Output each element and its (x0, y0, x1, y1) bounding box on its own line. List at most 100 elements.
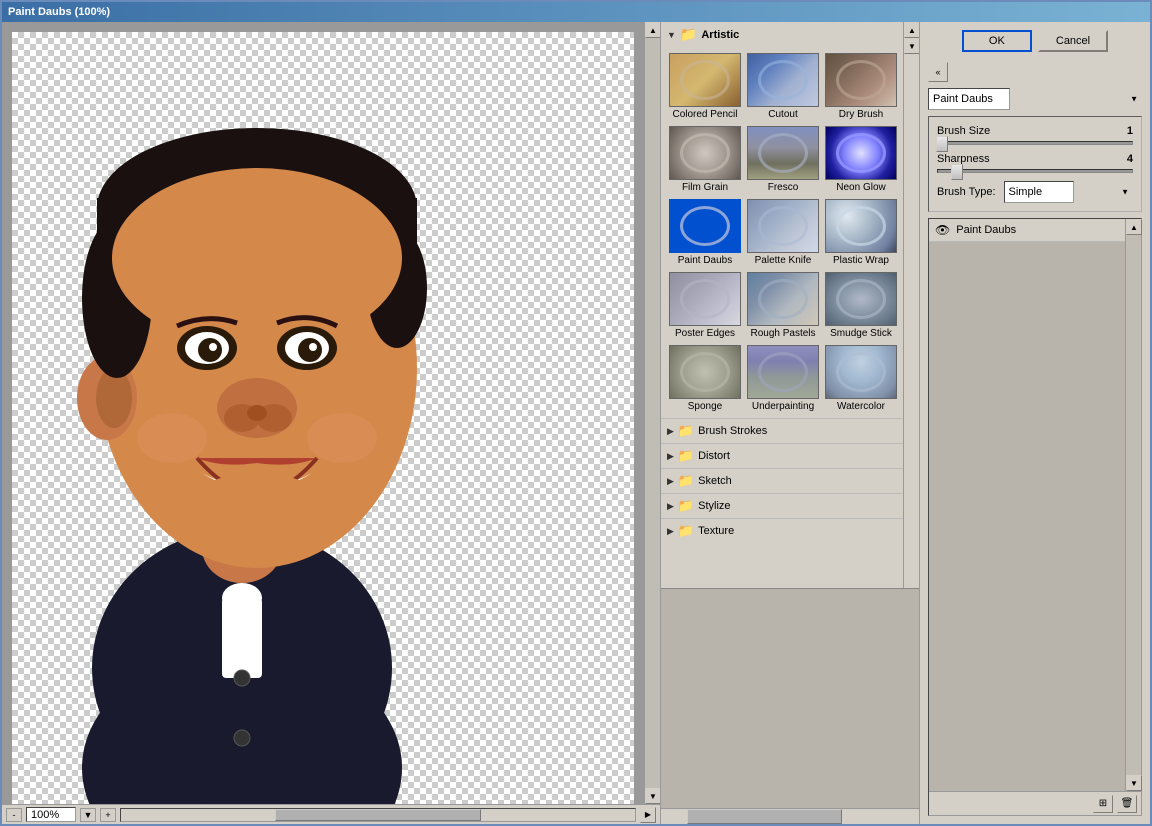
filter-item-fresco[interactable]: Fresco (745, 124, 821, 195)
collapse-panel-btn[interactable]: « (928, 62, 948, 82)
filter-label-underpainting: Underpainting (752, 401, 814, 412)
layer-vscrollbar[interactable]: ▲ ▼ (1125, 219, 1141, 791)
brush-size-slider-track[interactable] (937, 141, 1133, 145)
filter-thumb-cutout (747, 53, 819, 107)
filter-thumb-underpainting (747, 345, 819, 399)
artistic-arrow-icon: ▼ (667, 30, 676, 40)
zoom-value[interactable]: 100% (26, 807, 76, 822)
category-distort-label: Distort (698, 450, 730, 462)
layer-new-btn[interactable]: ⊞ (1093, 795, 1113, 813)
filter-thumb-paint-daubs (669, 199, 741, 253)
category-stylize-label: Stylize (698, 500, 730, 512)
params-section: Brush Size 1 Sharpness 4 (928, 116, 1142, 212)
filter-hscroll-thumb[interactable] (687, 809, 842, 824)
filter-thumb-neon-glow (825, 126, 897, 180)
filter-hscrollbar[interactable] (661, 808, 919, 824)
canvas-container (12, 32, 634, 804)
layer-scroll-up[interactable]: ▲ (1126, 219, 1142, 235)
filter-thumb-dry-brush (825, 53, 897, 107)
filter-item-palette-knife[interactable]: Palette Knife (745, 197, 821, 268)
layer-content-area (929, 242, 1125, 791)
filter-item-watercolor[interactable]: Watercolor (823, 343, 899, 414)
filter-label-dry-brush: Dry Brush (839, 109, 883, 120)
zoom-out-btn[interactable]: - (6, 808, 22, 822)
filter-item-film-grain[interactable]: Film Grain (667, 124, 743, 195)
scroll-down-btn[interactable]: ▼ (645, 788, 660, 804)
filter-thumb-colored-pencil (669, 53, 741, 107)
layer-delete-btn[interactable]: 🗑 (1117, 795, 1137, 813)
filter-preview-area (661, 588, 919, 808)
filter-select-row: Paint Daubs Colored Pencil Cutout Dry Br… (928, 88, 1142, 110)
canvas-scroll-area[interactable] (2, 22, 644, 804)
filter-label-sponge: Sponge (688, 401, 722, 412)
filter-thumb-rough-pastels (747, 272, 819, 326)
ok-button[interactable]: OK (962, 30, 1032, 52)
main-window: Paint Daubs (100%) (0, 0, 1152, 826)
filter-label-smudge-stick: Smudge Stick (830, 328, 892, 339)
title-bar: Paint Daubs (100%) (2, 2, 1150, 22)
layer-row-paint-daubs[interactable]: 👁 Paint Daubs (929, 219, 1125, 242)
category-brush-strokes[interactable]: ▶ 📁 Brush Strokes (661, 418, 903, 443)
category-distort[interactable]: ▶ 📁 Distort (661, 443, 903, 468)
brush-strokes-folder: 📁 (678, 423, 694, 439)
category-stylize[interactable]: ▶ 📁 Stylize (661, 493, 903, 518)
filter-thumb-smudge-stick (825, 272, 897, 326)
filter-item-paint-daubs[interactable]: Paint Daubs (667, 197, 743, 268)
filter-select[interactable]: Paint Daubs Colored Pencil Cutout Dry Br… (928, 88, 1010, 110)
window-body: ▲ ▼ - 100% ▼ + ▶ (2, 22, 1150, 824)
filter-scroll-up[interactable]: ▲ (904, 22, 919, 38)
filter-item-dry-brush[interactable]: Dry Brush (823, 51, 899, 122)
filter-item-smudge-stick[interactable]: Smudge Stick (823, 270, 899, 341)
canvas-image (42, 32, 482, 804)
sharpness-value: 4 (1127, 153, 1133, 165)
sketch-folder: 📁 (678, 473, 694, 489)
texture-arrow: ▶ (667, 526, 674, 537)
layer-scroll-track[interactable] (1126, 235, 1141, 775)
scroll-up-btn[interactable]: ▲ (645, 22, 660, 38)
filter-label-paint-daubs: Paint Daubs (678, 255, 732, 266)
distort-folder: 📁 (678, 448, 694, 464)
filter-scroll-area: ▼ 📁 Artistic Colored Pencil (661, 22, 919, 588)
category-texture-label: Texture (698, 525, 734, 537)
category-sketch[interactable]: ▶ 📁 Sketch (661, 468, 903, 493)
filter-vscrollbar[interactable]: ▲ ▼ (903, 22, 919, 588)
category-texture[interactable]: ▶ 📁 Texture (661, 518, 903, 543)
filter-item-underpainting[interactable]: Underpainting (745, 343, 821, 414)
hscroll-thumb[interactable] (275, 809, 481, 821)
scroll-right-btn[interactable]: ▶ (640, 807, 656, 823)
brush-size-slider-thumb[interactable] (936, 136, 948, 152)
window-title: Paint Daubs (100%) (8, 6, 110, 18)
texture-folder: 📁 (678, 523, 694, 539)
filter-item-rough-pastels[interactable]: Rough Pastels (745, 270, 821, 341)
scroll-track[interactable] (645, 38, 660, 788)
zoom-in-btn[interactable]: + (100, 808, 116, 822)
filter-item-poster-edges[interactable]: Poster Edges (667, 270, 743, 341)
brush-type-select[interactable]: Simple Light Rough Dark Rough Wide Sharp… (1004, 181, 1074, 203)
filter-item-colored-pencil[interactable]: Colored Pencil (667, 51, 743, 122)
layer-bottom-bar: ⊞ 🗑 (929, 791, 1141, 815)
layer-scroll-down[interactable]: ▼ (1126, 775, 1142, 791)
collapse-row: « (928, 62, 1142, 82)
filter-label-fresco: Fresco (768, 182, 799, 193)
filter-scroll-down[interactable]: ▼ (904, 38, 919, 54)
layer-name: Paint Daubs (956, 224, 1119, 236)
filter-thumb-sponge (669, 345, 741, 399)
cancel-button[interactable]: Cancel (1038, 30, 1108, 52)
brush-type-row: Brush Type: Simple Light Rough Dark Roug… (937, 181, 1133, 203)
right-panel: OK Cancel « Paint Daubs Colored Pencil C… (920, 22, 1150, 824)
filter-label-plastic-wrap: Plastic Wrap (833, 255, 889, 266)
layer-panel: ▲ ▼ 👁 Paint Daubs ⊞ 🗑 (928, 218, 1142, 816)
artistic-section-header[interactable]: ▼ 📁 Artistic (661, 22, 903, 47)
layer-visibility-icon[interactable]: 👁 (935, 223, 950, 237)
sharpness-slider-thumb[interactable] (951, 164, 963, 180)
filter-item-cutout[interactable]: Cutout (745, 51, 821, 122)
artistic-label: Artistic (701, 29, 739, 41)
filter-thumb-fresco (747, 126, 819, 180)
filter-item-sponge[interactable]: Sponge (667, 343, 743, 414)
filter-item-neon-glow[interactable]: Neon Glow (823, 124, 899, 195)
canvas-vscrollbar[interactable]: ▲ ▼ (644, 22, 660, 804)
zoom-dropdown-btn[interactable]: ▼ (80, 808, 96, 822)
filter-item-plastic-wrap[interactable]: Plastic Wrap (823, 197, 899, 268)
sharpness-slider-track[interactable] (937, 169, 1133, 173)
canvas-hscrollbar[interactable] (120, 808, 636, 822)
